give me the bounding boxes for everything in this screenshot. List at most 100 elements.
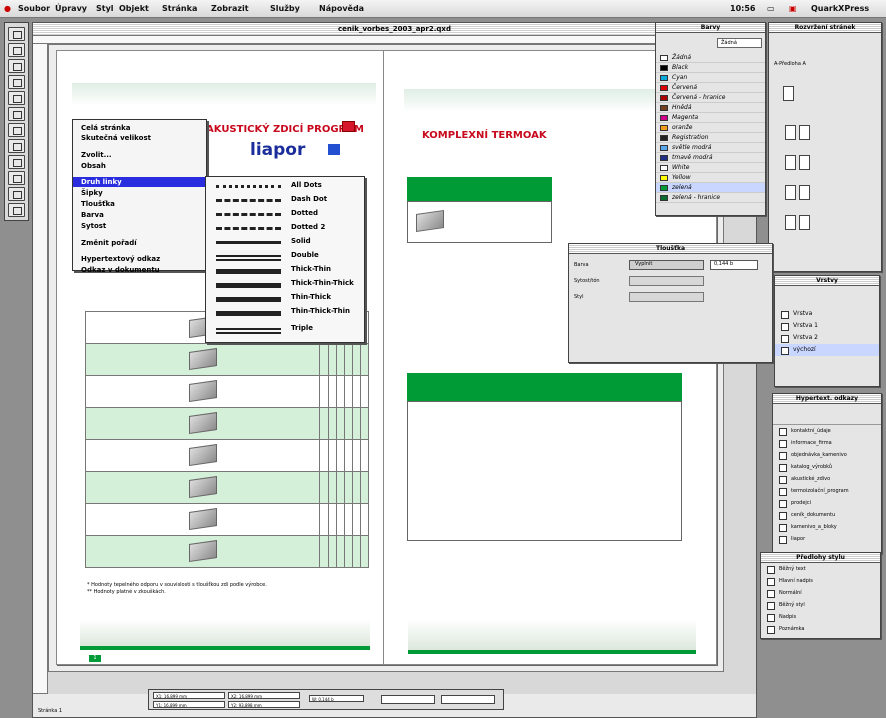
line-tool-icon[interactable] <box>8 139 25 153</box>
color-item[interactable]: Cyan <box>656 73 765 83</box>
menu-zobrazit[interactable]: Zobrazit <box>211 4 249 13</box>
vertical-ruler[interactable] <box>33 44 48 694</box>
hyperlink-item[interactable]: termoizolační_program <box>773 485 881 497</box>
y1-field[interactable]: Y1: 16,899 mm <box>153 701 225 708</box>
picture-box-tool-icon[interactable] <box>8 107 25 121</box>
line-style-thin-thick[interactable]: Thin-Thick <box>206 291 364 305</box>
layer-item[interactable]: Vrstva <box>775 308 879 320</box>
context-item-hyperlink[interactable]: Hypertextový odkaz <box>81 254 203 264</box>
line-style-select[interactable] <box>629 292 704 302</box>
pages-panel-title[interactable]: Rozvržení stránek <box>769 23 881 33</box>
line-style-dash-dot[interactable]: Dash Dot <box>206 193 364 207</box>
x1-field[interactable]: X1: 16,899 mm <box>153 692 225 699</box>
context-item-skutecna[interactable]: Skutečná velikost <box>81 133 203 143</box>
line-style-solid[interactable]: Solid <box>206 235 364 249</box>
style-item[interactable]: Běžný styl <box>761 599 880 611</box>
style-item[interactable]: Hlavní nadpis <box>761 575 880 587</box>
color-item[interactable]: zelená - hranice <box>656 193 765 203</box>
context-item-poradi[interactable]: Změnit pořadí <box>81 238 203 248</box>
color-item[interactable]: Registration <box>656 133 765 143</box>
layer-item-selected[interactable]: výchozí <box>775 344 879 356</box>
color-item[interactable]: oranže <box>656 123 765 133</box>
context-item-barva[interactable]: Barva <box>81 210 203 220</box>
master-page-label[interactable]: A-Předloha A <box>774 61 806 67</box>
table-tool-icon[interactable] <box>8 123 25 137</box>
menu-styl[interactable]: Styl <box>96 4 114 13</box>
menu-objekt[interactable]: Objekt <box>119 4 149 13</box>
color-item-selected[interactable]: zelená <box>656 183 765 193</box>
menu-soubor[interactable]: Soubor <box>18 4 50 13</box>
text-box-tool-icon[interactable] <box>8 91 25 105</box>
hyperlink-item[interactable]: ceník_dokumentu <box>773 509 881 521</box>
link-tool-icon[interactable] <box>8 171 25 185</box>
page-thumbnail[interactable] <box>799 185 810 200</box>
document-title[interactable]: cenik_vorbes_2003_apr2.qxd <box>33 23 756 36</box>
context-item-sytost[interactable]: Sytost <box>81 221 203 231</box>
layers-panel-title[interactable]: Vrstvy <box>775 276 879 286</box>
line-style-dotted[interactable]: Dotted <box>206 207 364 221</box>
page-thumbnail[interactable] <box>799 215 810 230</box>
color-item[interactable]: White <box>656 163 765 173</box>
layer-item[interactable]: Vrstva 2 <box>775 332 879 344</box>
line-width-field[interactable]: 0,144 b <box>710 260 758 270</box>
color-item[interactable]: Červená <box>656 83 765 93</box>
rotate-tool-icon[interactable] <box>8 59 25 73</box>
colors-panel-title[interactable]: Barvy <box>656 23 765 33</box>
line-style-triple[interactable]: Triple <box>206 322 364 336</box>
hyperlink-item[interactable]: objednávka_kamenivo <box>773 449 881 461</box>
color-item[interactable]: Červená - hranice <box>656 93 765 103</box>
page-indicator[interactable]: Stránka 1 <box>38 708 62 714</box>
context-item-celastranka[interactable]: Celá stránka <box>81 123 203 133</box>
style-item[interactable]: Normální <box>761 587 880 599</box>
line-style-thin-thick-thin[interactable]: Thin-Thick-Thin <box>206 305 364 319</box>
line-style-dropdown[interactable] <box>381 695 435 704</box>
scissors-tool-icon[interactable] <box>8 203 25 217</box>
hyperlink-item[interactable]: kontaktní_údaje <box>773 425 881 437</box>
hyperlink-item[interactable]: liapor <box>773 533 881 545</box>
color-item[interactable]: světle modrá <box>656 143 765 153</box>
hyperlink-item[interactable]: akustické_zdivo <box>773 473 881 485</box>
page-thumbnail[interactable] <box>785 155 796 170</box>
page-thumbnail[interactable] <box>799 155 810 170</box>
line-style-all-dots[interactable]: All Dots <box>206 179 364 193</box>
line-weight-field[interactable]: W: 0,144 b <box>309 695 364 702</box>
line-panel-title[interactable]: Tloušťka <box>569 244 772 254</box>
color-item[interactable]: tmavě modrá <box>656 153 765 163</box>
page-thumbnail[interactable] <box>783 86 794 101</box>
context-item-sipky[interactable]: Šipky <box>81 188 203 198</box>
page-thumbnail[interactable] <box>799 125 810 140</box>
menu-stranka[interactable]: Stránka <box>162 4 197 13</box>
line-style-thick-thin[interactable]: Thick-Thin <box>206 263 364 277</box>
color-item[interactable]: Black <box>656 63 765 73</box>
zoom-tool-icon[interactable] <box>8 75 25 89</box>
item-tool-icon[interactable] <box>8 27 25 41</box>
context-item-tloustka[interactable]: Tloušťka <box>81 199 203 209</box>
style-item[interactable]: Poznámka <box>761 623 880 635</box>
context-item-zvolit[interactable]: Zvolit... <box>81 150 203 160</box>
style-item[interactable]: Nadpis <box>761 611 880 623</box>
unlink-tool-icon[interactable] <box>8 187 25 201</box>
menu-upravy[interactable]: Úpravy <box>55 4 87 13</box>
color-search-field[interactable]: Žádná <box>717 38 762 48</box>
color-item[interactable]: Žádná <box>656 53 765 63</box>
y2-field[interactable]: Y2: 93,898 mm <box>228 701 300 708</box>
menu-napoveda[interactable]: Nápověda <box>319 4 364 13</box>
window-icon[interactable]: ▭ <box>767 4 775 13</box>
color-item[interactable]: Hnědá <box>656 103 765 113</box>
page-thumbnail[interactable] <box>785 125 796 140</box>
line-fill-select[interactable]: Vyplnit <box>629 260 704 270</box>
app-icon[interactable]: ▣ <box>789 4 797 13</box>
content-tool-icon[interactable] <box>8 43 25 57</box>
line-style-double[interactable]: Double <box>206 249 364 263</box>
hyperlink-item[interactable]: informace_firma <box>773 437 881 449</box>
line-style-thick-thin-thick[interactable]: Thick-Thin-Thick <box>206 277 364 291</box>
hyperlinks-panel-title[interactable]: Hypertext. odkazy <box>773 394 881 404</box>
quark-menu[interactable]: QuarkXPress <box>811 4 869 13</box>
page-thumbnail[interactable] <box>785 185 796 200</box>
color-item[interactable]: Yellow <box>656 173 765 183</box>
arrow-style-dropdown[interactable] <box>441 695 495 704</box>
line-shade-select[interactable] <box>629 276 704 286</box>
context-item-obsah[interactable]: Obsah <box>81 161 203 171</box>
apple-menu-icon[interactable]: ● <box>4 4 11 13</box>
hyperlink-item[interactable]: prodejci <box>773 497 881 509</box>
